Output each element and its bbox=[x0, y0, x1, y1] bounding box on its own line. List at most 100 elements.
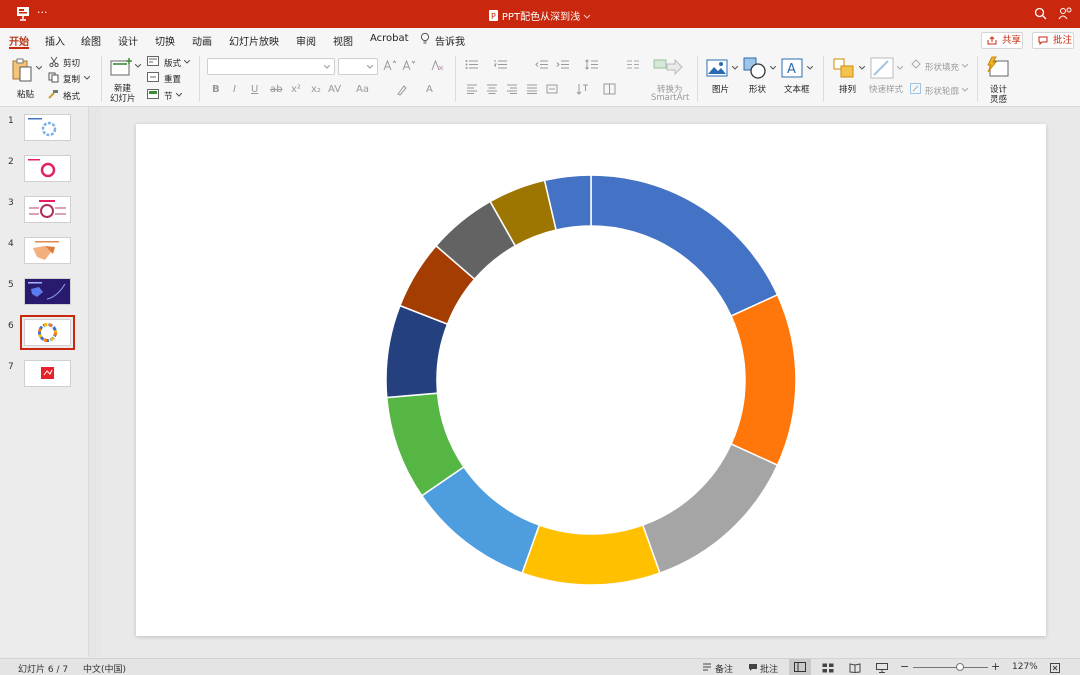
font-family-select[interactable] bbox=[207, 58, 335, 75]
user-settings-icon[interactable] bbox=[1058, 6, 1072, 20]
chevron-down-icon[interactable] bbox=[770, 66, 776, 70]
slide-thumbnail-5[interactable] bbox=[24, 278, 71, 305]
tab-view[interactable]: 视图 bbox=[333, 33, 353, 48]
donut-chart[interactable] bbox=[136, 124, 1046, 636]
layout-button[interactable]: 版式 bbox=[164, 57, 181, 69]
format-painter-icon[interactable] bbox=[48, 89, 59, 99]
reset-icon[interactable] bbox=[147, 72, 159, 82]
slide-thumbnail-2[interactable] bbox=[24, 155, 71, 182]
chevron-down-icon[interactable] bbox=[84, 76, 90, 80]
align-center-icon[interactable] bbox=[486, 84, 498, 94]
comments-button[interactable]: 批注 bbox=[1032, 32, 1074, 49]
pen-outline-icon[interactable] bbox=[910, 83, 921, 94]
text-direction-icon[interactable] bbox=[576, 83, 589, 95]
picture-button[interactable]: 图片 bbox=[712, 83, 729, 95]
designer-label-2[interactable]: 灵感 bbox=[990, 93, 1007, 105]
donut-segment-3[interactable] bbox=[641, 442, 779, 575]
slide-thumbnail-4[interactable] bbox=[24, 237, 71, 264]
zoom-in-button[interactable]: + bbox=[991, 660, 1000, 673]
slide-thumbnail-7[interactable] bbox=[24, 360, 71, 387]
tab-insert[interactable]: 插入 bbox=[45, 33, 65, 48]
slide-thumbnail-1[interactable] bbox=[24, 114, 71, 141]
arrange-icon[interactable] bbox=[833, 58, 855, 78]
font-color-icon[interactable]: A bbox=[426, 84, 433, 95]
chevron-down-icon[interactable] bbox=[184, 60, 190, 64]
shapes-icon[interactable] bbox=[743, 57, 767, 79]
paint-bucket-icon[interactable] bbox=[910, 59, 921, 70]
decrease-indent-icon[interactable] bbox=[535, 59, 549, 70]
zoom-out-button[interactable]: − bbox=[900, 660, 909, 673]
align-left-icon[interactable] bbox=[466, 84, 478, 94]
slide-thumbnail-3[interactable] bbox=[24, 196, 71, 223]
underline-icon[interactable]: U bbox=[251, 84, 258, 95]
tab-review[interactable]: 审阅 bbox=[296, 33, 316, 48]
notes-button[interactable]: 备注 bbox=[715, 662, 733, 675]
reading-view-icon[interactable] bbox=[849, 663, 861, 673]
change-case-icon[interactable]: Aa bbox=[356, 84, 369, 95]
numbering-icon[interactable] bbox=[494, 59, 508, 70]
shape-fill-button[interactable]: 形状填充 bbox=[925, 61, 959, 73]
tab-home[interactable]: 开始 bbox=[9, 33, 29, 48]
chevron-down-icon[interactable] bbox=[135, 64, 141, 68]
tab-transitions[interactable]: 切换 bbox=[155, 33, 175, 48]
chevron-down-icon[interactable] bbox=[176, 93, 182, 97]
fit-to-window-icon[interactable] bbox=[1050, 663, 1060, 673]
character-spacing-icon[interactable]: AV bbox=[328, 84, 341, 95]
zoom-level[interactable]: 127% bbox=[1012, 662, 1038, 672]
slide-sorter-icon[interactable] bbox=[822, 663, 834, 673]
donut-segment-4[interactable] bbox=[521, 524, 661, 586]
chevron-down-icon[interactable] bbox=[962, 64, 968, 68]
justify-icon[interactable] bbox=[526, 84, 538, 94]
slideshow-icon[interactable] bbox=[876, 663, 888, 673]
paste-button[interactable]: 粘贴 bbox=[8, 56, 42, 100]
new-slide-button[interactable]: 新建 幻灯片 bbox=[108, 54, 140, 104]
zoom-slider-handle[interactable] bbox=[955, 663, 964, 671]
notes-icon[interactable] bbox=[702, 663, 712, 672]
slide-thumbnail-6[interactable] bbox=[20, 315, 75, 350]
cut-button[interactable]: 剪切 bbox=[63, 57, 80, 69]
section-icon[interactable] bbox=[147, 89, 159, 99]
increase-indent-icon[interactable] bbox=[556, 59, 570, 70]
textbox-button[interactable]: 文本框 bbox=[784, 83, 810, 95]
columns-icon[interactable] bbox=[626, 59, 640, 70]
shape-outline-button[interactable]: 形状轮廓 bbox=[925, 85, 959, 97]
tab-tell-me[interactable]: 告诉我 bbox=[435, 33, 465, 48]
picture-icon[interactable] bbox=[706, 59, 728, 77]
comment-icon[interactable] bbox=[748, 663, 758, 672]
tab-slideshow[interactable]: 幻灯片放映 bbox=[229, 33, 279, 48]
chevron-down-icon[interactable] bbox=[859, 66, 865, 70]
line-spacing-icon[interactable] bbox=[585, 59, 599, 70]
distributed-icon[interactable] bbox=[546, 84, 558, 94]
copy-button[interactable]: 复制 bbox=[63, 73, 80, 85]
chevron-down-icon[interactable] bbox=[897, 66, 903, 70]
designer-icon[interactable] bbox=[985, 56, 1009, 78]
scissors-icon[interactable] bbox=[49, 56, 59, 67]
align-text-icon[interactable] bbox=[603, 83, 616, 95]
bold-icon[interactable]: B bbox=[212, 84, 220, 95]
chevron-down-icon[interactable] bbox=[807, 66, 813, 70]
donut-segment-1[interactable] bbox=[590, 174, 779, 318]
share-button[interactable]: 共享 bbox=[981, 32, 1023, 49]
align-right-icon[interactable] bbox=[506, 84, 518, 94]
normal-view-button[interactable] bbox=[789, 659, 811, 675]
tab-draw[interactable]: 绘图 bbox=[81, 33, 101, 48]
search-icon[interactable] bbox=[1034, 7, 1047, 20]
chevron-down-icon[interactable] bbox=[36, 66, 42, 70]
strikethrough-icon[interactable]: ab bbox=[270, 84, 282, 95]
thumbnail-scrollbar[interactable] bbox=[88, 107, 101, 657]
document-title[interactable]: P PPT配色从深到浅 bbox=[0, 8, 1080, 23]
highlight-icon[interactable] bbox=[396, 84, 408, 96]
increase-font-icon[interactable] bbox=[383, 59, 397, 71]
italic-icon[interactable]: I bbox=[233, 84, 236, 95]
language-indicator[interactable]: 中文(中国) bbox=[83, 662, 126, 675]
zoom-slider[interactable] bbox=[913, 663, 988, 671]
section-button[interactable]: 节 bbox=[164, 90, 173, 102]
tab-animations[interactable]: 动画 bbox=[192, 33, 212, 48]
chevron-down-icon[interactable] bbox=[962, 88, 968, 92]
tab-design[interactable]: 设计 bbox=[118, 33, 138, 48]
textbox-icon[interactable]: A bbox=[781, 58, 803, 78]
arrange-button[interactable]: 排列 bbox=[839, 83, 856, 95]
superscript-icon[interactable]: x² bbox=[291, 84, 301, 95]
convert-smartart-icon[interactable] bbox=[653, 58, 683, 76]
copy-icon[interactable] bbox=[48, 72, 59, 83]
